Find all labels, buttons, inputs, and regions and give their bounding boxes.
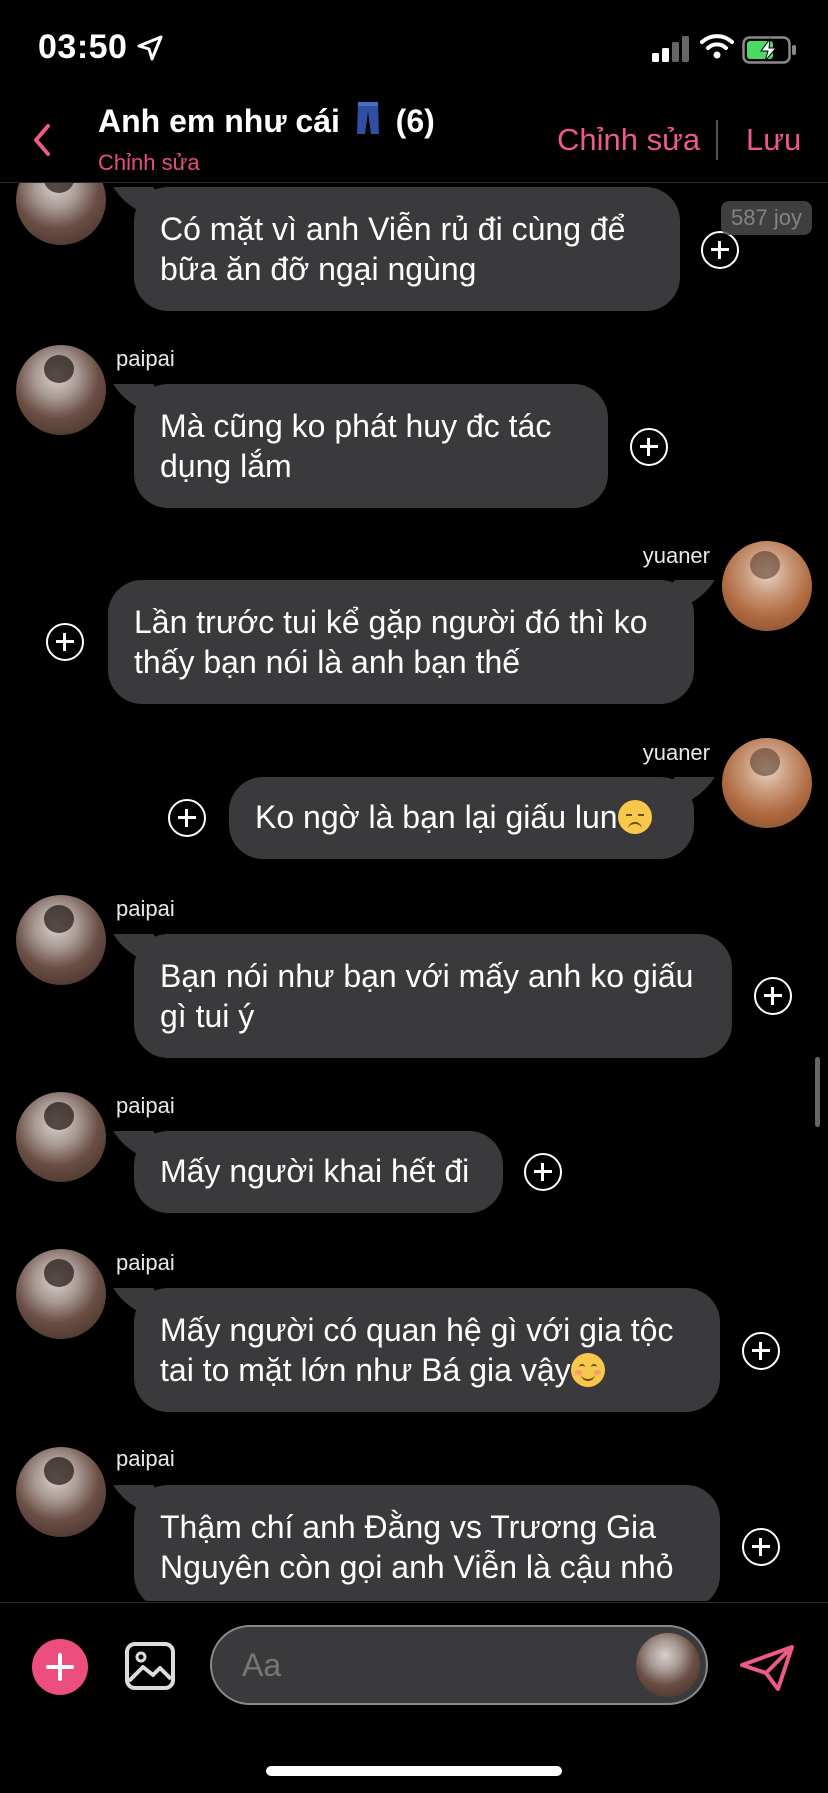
message-composer: Aa xyxy=(0,1602,828,1793)
avatar-paipai[interactable] xyxy=(16,895,106,985)
joy-badge: 587 joy xyxy=(721,201,812,235)
back-chevron-icon[interactable] xyxy=(28,120,58,160)
sender-name: paipai xyxy=(116,1446,175,1471)
message-text: Ko ngờ là bạn lại giấu lun xyxy=(255,799,618,835)
message-bubble[interactable]: Có mặt vì anh Viễn rủ đi cùng để bữa ăn … xyxy=(134,187,680,311)
sender-name: yuaner xyxy=(642,543,710,568)
chat-title-text: Anh em như cái xyxy=(98,103,340,139)
image-gallery-icon[interactable] xyxy=(124,1641,176,1691)
message-input[interactable]: Aa xyxy=(210,1625,708,1705)
message-bubble[interactable]: Ko ngờ là bạn lại giấu lun xyxy=(229,777,694,859)
avatar-paipai[interactable] xyxy=(16,1092,106,1182)
jeans-emoji-icon xyxy=(356,102,379,134)
message-bubble[interactable]: Mấy người khai hết đi xyxy=(134,1131,503,1213)
smiling-face-emoji-icon xyxy=(570,1353,605,1387)
message-bubble[interactable]: Lần trước tui kể gặp người đó thì ko thấ… xyxy=(108,580,694,704)
react-plus-icon[interactable] xyxy=(168,799,206,837)
cellular-signal-icon xyxy=(652,36,692,62)
status-bar: 03:50 xyxy=(0,0,828,100)
header-divider xyxy=(716,120,718,160)
sticker-avatar-icon[interactable] xyxy=(636,1633,700,1697)
sender-name: paipai xyxy=(116,346,175,371)
scrollbar[interactable] xyxy=(815,1057,820,1127)
chat-header: Anh em như cái (6) Chỉnh sửa Chỉnh sửa L… xyxy=(0,100,828,183)
message-text: Mà cũng ko phát huy đc tác dụng lắm xyxy=(160,408,552,484)
react-plus-icon[interactable] xyxy=(742,1332,780,1370)
send-paper-plane-icon[interactable] xyxy=(738,1643,796,1693)
wifi-icon xyxy=(700,34,734,59)
location-arrow-icon xyxy=(137,35,163,61)
message-input-placeholder: Aa xyxy=(242,1647,282,1683)
message-bubble[interactable]: Bạn nói như bạn với mấy anh ko giấu gì t… xyxy=(134,934,732,1058)
avatar-paipai[interactable] xyxy=(16,183,106,245)
message-text: Có mặt vì anh Viễn rủ đi cùng để bữa ăn … xyxy=(160,211,626,287)
avatar-yuaner[interactable] xyxy=(722,541,812,631)
add-plus-icon[interactable] xyxy=(32,1639,88,1695)
sender-name: paipai xyxy=(116,1093,175,1118)
chat-title[interactable]: Anh em như cái (6) xyxy=(98,100,435,140)
message-text: Lần trước tui kể gặp người đó thì ko thấ… xyxy=(134,604,648,680)
react-plus-icon[interactable] xyxy=(701,231,739,269)
react-plus-icon[interactable] xyxy=(742,1528,780,1566)
member-count: (6) xyxy=(395,103,435,139)
sender-name: yuaner xyxy=(642,740,710,765)
message-bubble[interactable]: Mấy người có quan hệ gì với gia tộc tai … xyxy=(134,1288,720,1412)
message-list[interactable]: Có mặt vì anh Viễn rủ đi cùng để bữa ăn … xyxy=(0,183,828,1601)
react-plus-icon[interactable] xyxy=(630,428,668,466)
unamused-face-emoji-icon xyxy=(617,800,652,834)
home-indicator[interactable] xyxy=(266,1766,562,1776)
message-text: Mấy người khai hết đi xyxy=(160,1153,470,1189)
sender-name: paipai xyxy=(116,1250,175,1275)
react-plus-icon[interactable] xyxy=(754,977,792,1015)
save-button[interactable]: Lưu xyxy=(746,122,801,158)
react-plus-icon[interactable] xyxy=(524,1153,562,1191)
message-text: Thậm chí anh Đằng vs Trương Gia Nguyên c… xyxy=(160,1509,674,1585)
status-time: 03:50 xyxy=(38,28,128,66)
chat-subtitle[interactable]: Chỉnh sửa xyxy=(98,150,200,176)
avatar-paipai[interactable] xyxy=(16,1447,106,1537)
message-bubble[interactable]: Thậm chí anh Đằng vs Trương Gia Nguyên c… xyxy=(134,1485,720,1601)
avatar-paipai[interactable] xyxy=(16,1249,106,1339)
sender-name: paipai xyxy=(116,896,175,921)
message-bubble[interactable]: Mà cũng ko phát huy đc tác dụng lắm xyxy=(134,384,608,508)
edit-button[interactable]: Chỉnh sửa xyxy=(557,122,700,158)
message-text: Bạn nói như bạn với mấy anh ko giấu gì t… xyxy=(160,958,694,1034)
react-plus-icon[interactable] xyxy=(46,623,84,661)
avatar-yuaner[interactable] xyxy=(722,738,812,828)
battery-charging-icon xyxy=(742,36,796,64)
avatar-paipai[interactable] xyxy=(16,345,106,435)
